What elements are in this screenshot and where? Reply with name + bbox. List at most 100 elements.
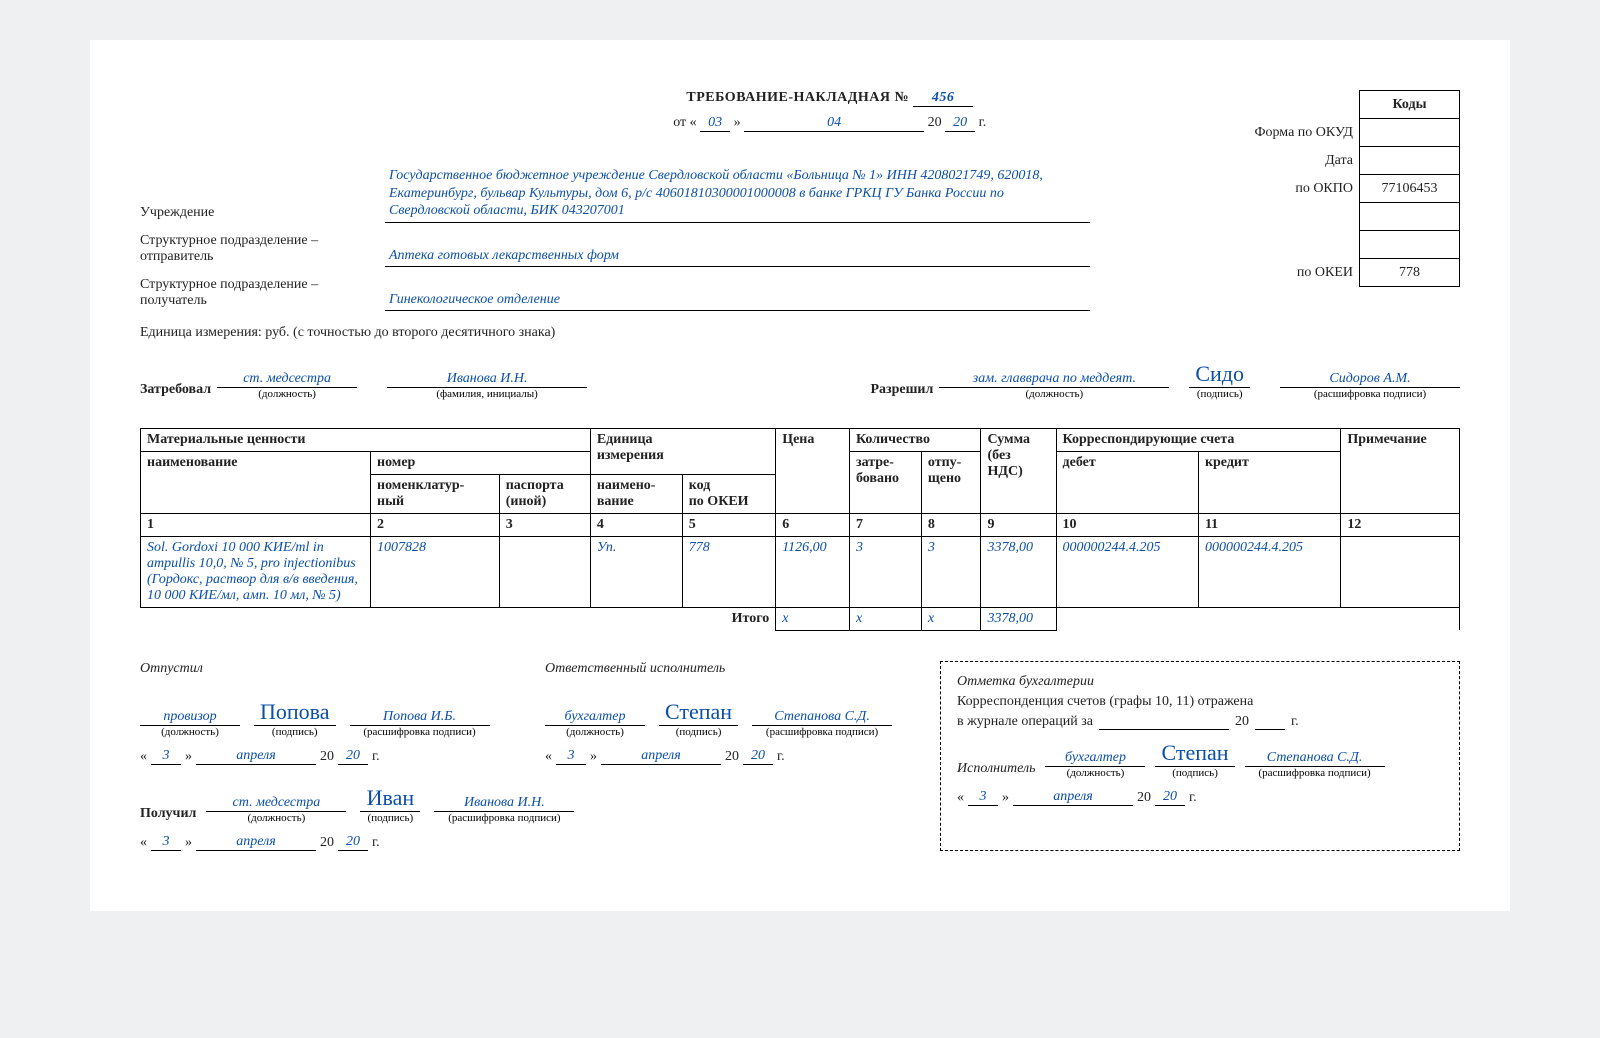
items-table: Материальные ценности Единица измерения … — [140, 428, 1460, 631]
exec-position-sub: (должность) — [1067, 767, 1125, 779]
date-day: 03 — [700, 115, 730, 132]
approved-position: зам. главврача по меддеят. — [939, 366, 1169, 388]
org-label: Учреждение — [140, 205, 385, 223]
cell-name: Sol. Gordoxi 10 000 КИЕ/ml in ampullis 1… — [141, 536, 371, 607]
col-10: 10 — [1056, 513, 1198, 536]
requested-position: ст. медсестра — [217, 366, 357, 388]
th-unit-name: наимено- вание — [590, 474, 682, 513]
blank-code-2 — [1360, 231, 1460, 259]
requested-name: Иванова И.Н. — [387, 366, 587, 388]
responsible-position: бухгалтер — [545, 704, 645, 726]
released-position-sub: (должность) — [161, 726, 219, 738]
exec-sign-sub: (подпись) — [1172, 767, 1218, 779]
col-4: 4 — [590, 513, 682, 536]
okud-value — [1360, 119, 1460, 147]
cell-unit-code: 778 — [682, 536, 775, 607]
responsible-block: Ответственный исполнитель бухгалтер (дол… — [545, 661, 910, 765]
accounting-line2: в журнале операций за 20 г. — [957, 714, 1443, 730]
released-sign: Попова — [254, 699, 336, 726]
okpo-label: по ОКПО — [1200, 175, 1360, 203]
receiver-value: Гинекологическое отделение — [385, 292, 1090, 311]
date-code-label: Дата — [1200, 147, 1360, 175]
col-11: 11 — [1198, 513, 1340, 536]
document-page: ТРЕБОВАНИЕ-НАКЛАДНАЯ № 456 от « 03 » 04 … — [90, 40, 1510, 911]
received-sign: Иван — [360, 785, 420, 812]
cell-price: 1126,00 — [776, 536, 850, 607]
received-position-sub: (должность) — [248, 812, 306, 824]
received-block: Получил ст. медсестра (должность) Иван (… — [140, 785, 910, 851]
exec-position: бухгалтер — [1045, 745, 1145, 767]
released-name-sub: (расшифровка подписи) — [363, 726, 475, 738]
received-year: 20 — [338, 834, 368, 851]
table-row: Sol. Gordoxi 10 000 КИЕ/ml in ampullis 1… — [141, 536, 1460, 607]
org-value: Государственное бюджетное учреждение Све… — [385, 167, 1090, 223]
responsible-month: апреля — [601, 748, 721, 765]
request-approve-row: Затребовал ст. медсестра (должность) Ива… — [140, 361, 1460, 400]
accounting-date: «3» апреля 2020 г. — [957, 789, 1443, 806]
approved-label: Разрешил — [870, 382, 933, 400]
th-note: Примечание — [1341, 428, 1460, 513]
col-8: 8 — [921, 513, 981, 536]
doc-number: 456 — [913, 90, 973, 107]
accounting-year: 20 — [1155, 789, 1185, 806]
unit-note: Единица измерения: руб. (с точностью до … — [140, 325, 1460, 341]
blank-code — [1360, 203, 1460, 231]
accounting-month: апреля — [1013, 789, 1133, 806]
released-block: Отпустил провизор (должность) Попова (по… — [140, 661, 505, 765]
released-year: 20 — [338, 748, 368, 765]
col-3: 3 — [499, 513, 590, 536]
th-credit: кредит — [1198, 451, 1340, 513]
cell-sum: 3378,00 — [981, 536, 1056, 607]
accounting-box: Отметка бухгалтерии Корреспонденция счет… — [940, 661, 1460, 851]
responsible-date: «3» апреля 2020 г. — [545, 748, 910, 765]
accounting-journal — [1099, 729, 1229, 730]
responsible-day: 3 — [556, 748, 586, 765]
okud-label: Форма по ОКУД — [1200, 119, 1360, 147]
document-title: ТРЕБОВАНИЕ-НАКЛАДНАЯ № 456 — [460, 90, 1200, 107]
responsible-name-sub: (расшифровка подписи) — [766, 726, 878, 738]
year-suffix: г. — [979, 115, 987, 130]
th-number: номер — [371, 451, 591, 474]
released-day: 3 — [151, 748, 181, 765]
th-name: наименование — [141, 451, 371, 513]
date-year: 20 — [945, 115, 975, 132]
sender-value: Аптека готовых лекарственных форм — [385, 248, 1090, 267]
okei-value: 778 — [1360, 259, 1460, 287]
accounting-line1: Корреспонденция счетов (графы 10, 11) от… — [957, 694, 1443, 710]
col-7: 7 — [849, 513, 921, 536]
approved-name-sub: (расшифровка подписи) — [1314, 388, 1426, 400]
received-date: «3» апреля 2020 г. — [140, 834, 910, 851]
th-sum: Сумма (без НДС) — [981, 428, 1056, 513]
received-day: 3 — [151, 834, 181, 851]
th-released: отпу- щено — [921, 451, 981, 513]
accounting-day: 3 — [968, 789, 998, 806]
col-1: 1 — [141, 513, 371, 536]
total-label: Итого — [141, 607, 776, 630]
requested-name-sub: (фамилия, инициалы) — [436, 388, 537, 400]
th-passport: паспорта (иной) — [499, 474, 590, 513]
total-row: Итого x x x 3378,00 — [141, 607, 1460, 630]
footer-section: Отпустил провизор (должность) Попова (по… — [140, 661, 1460, 851]
col-5: 5 — [682, 513, 775, 536]
approved-name: Сидоров А.М. — [1280, 366, 1460, 388]
col-2: 2 — [371, 513, 500, 536]
cell-qty-req: 3 — [849, 536, 921, 607]
requested-position-sub: (должность) — [258, 388, 316, 400]
date-month: 04 — [744, 115, 924, 132]
okei-label: по ОКЕИ — [1200, 259, 1360, 287]
close-quote: » — [734, 115, 741, 130]
codes-header: Коды — [1360, 91, 1460, 119]
date-code-value — [1360, 147, 1460, 175]
released-date: «3» апреля 2020 г. — [140, 748, 505, 765]
approved-position-sub: (должность) — [1025, 388, 1083, 400]
col-6: 6 — [776, 513, 850, 536]
received-name-sub: (расшифровка подписи) — [448, 812, 560, 824]
released-position: провизор — [140, 704, 240, 726]
sender-label: Структурное подразделение – отправитель — [140, 233, 385, 267]
th-price: Цена — [776, 428, 850, 513]
total-rel: x — [921, 607, 981, 630]
total-req: x — [849, 607, 921, 630]
exec-label: Исполнитель — [957, 761, 1035, 779]
cell-unit-name: Уп. — [590, 536, 682, 607]
th-unit-code: код по ОКЕИ — [682, 474, 775, 513]
